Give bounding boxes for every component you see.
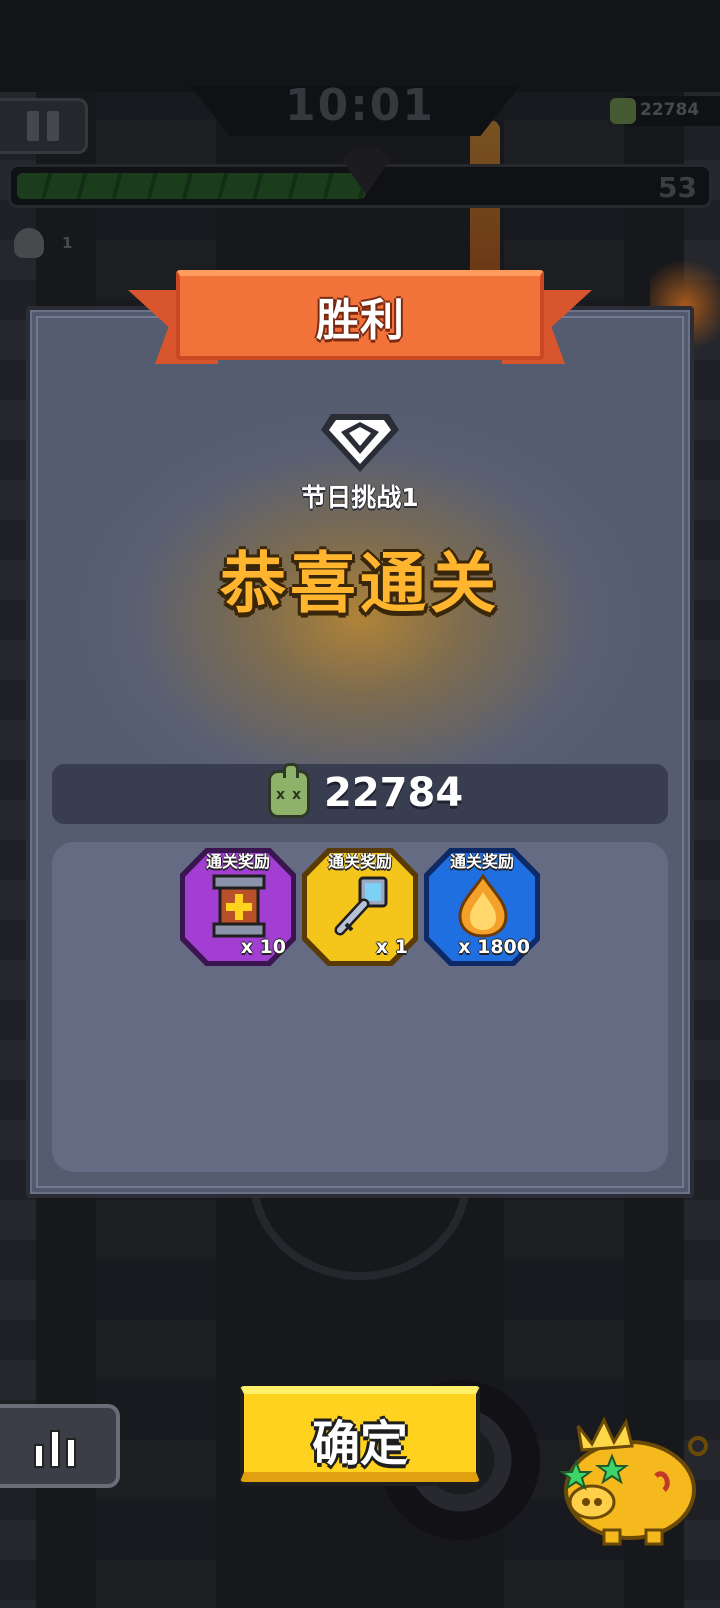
reward-tag: 通关奖励 (327, 852, 392, 871)
icon-eye: x (292, 787, 302, 803)
icon-eye: x (276, 787, 286, 803)
bar (34, 1444, 44, 1468)
reward-item[interactable]: 通关奖励 x 1 (302, 848, 418, 966)
confirm-label: 确定 (311, 1416, 408, 1472)
title-ribbon: 胜利 (128, 270, 592, 374)
victory-title: 胜利 (316, 295, 404, 346)
reward-item[interactable]: 通关奖励 x 1800 (424, 848, 540, 966)
reward-quantity: x 10 (240, 936, 286, 958)
bar (50, 1430, 60, 1468)
reward-quantity: x 1800 (458, 936, 530, 958)
score-value: 22784 (324, 770, 464, 816)
scroll-plus-icon (212, 874, 266, 938)
reward-tag: 通关奖励 (205, 852, 270, 871)
zombie-coin-icon: xx (268, 763, 310, 818)
flame-drop-icon (458, 874, 508, 938)
reward-quantity: x 1 (375, 936, 408, 958)
congrats-message: 恭喜通关 (220, 545, 500, 622)
confirm-button[interactable]: 确定 (240, 1386, 480, 1482)
bar-chart-icon (34, 1428, 80, 1468)
stage-name: 节日挑战1 (301, 483, 419, 512)
reward-item[interactable]: 通关奖励 x 10 (180, 848, 296, 966)
reward-tag: 通关奖励 (449, 852, 514, 871)
bar (66, 1438, 76, 1468)
piggy-bank-icon[interactable] (552, 1406, 712, 1546)
stats-button[interactable] (0, 1404, 120, 1488)
stage-emblem-icon (321, 414, 399, 472)
key-icon (334, 876, 388, 936)
